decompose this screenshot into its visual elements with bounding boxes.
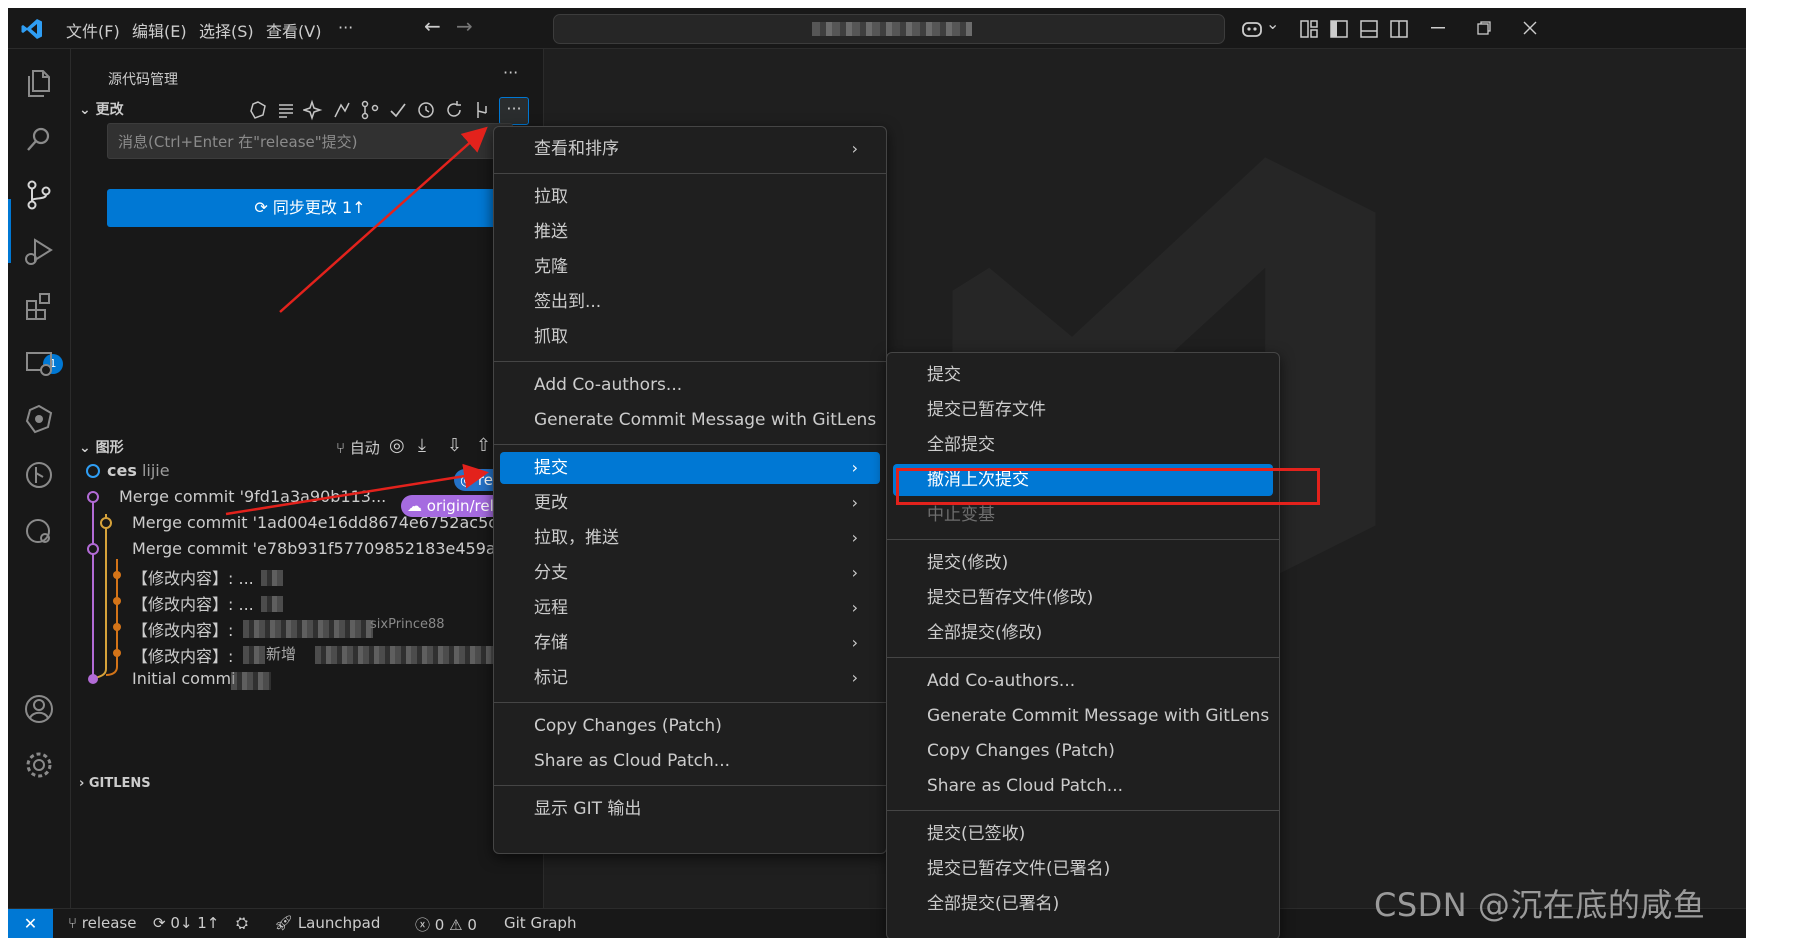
annotation-arrows bbox=[225, 126, 489, 516]
csdn-watermark: CSDN @沉在底的咸鱼 bbox=[1374, 886, 1706, 924]
vscode-window: 文件(F) 编辑(E) 选择(S) 查看(V) ··· ← → ⌄ 1 源代码管… bbox=[8, 8, 1746, 938]
